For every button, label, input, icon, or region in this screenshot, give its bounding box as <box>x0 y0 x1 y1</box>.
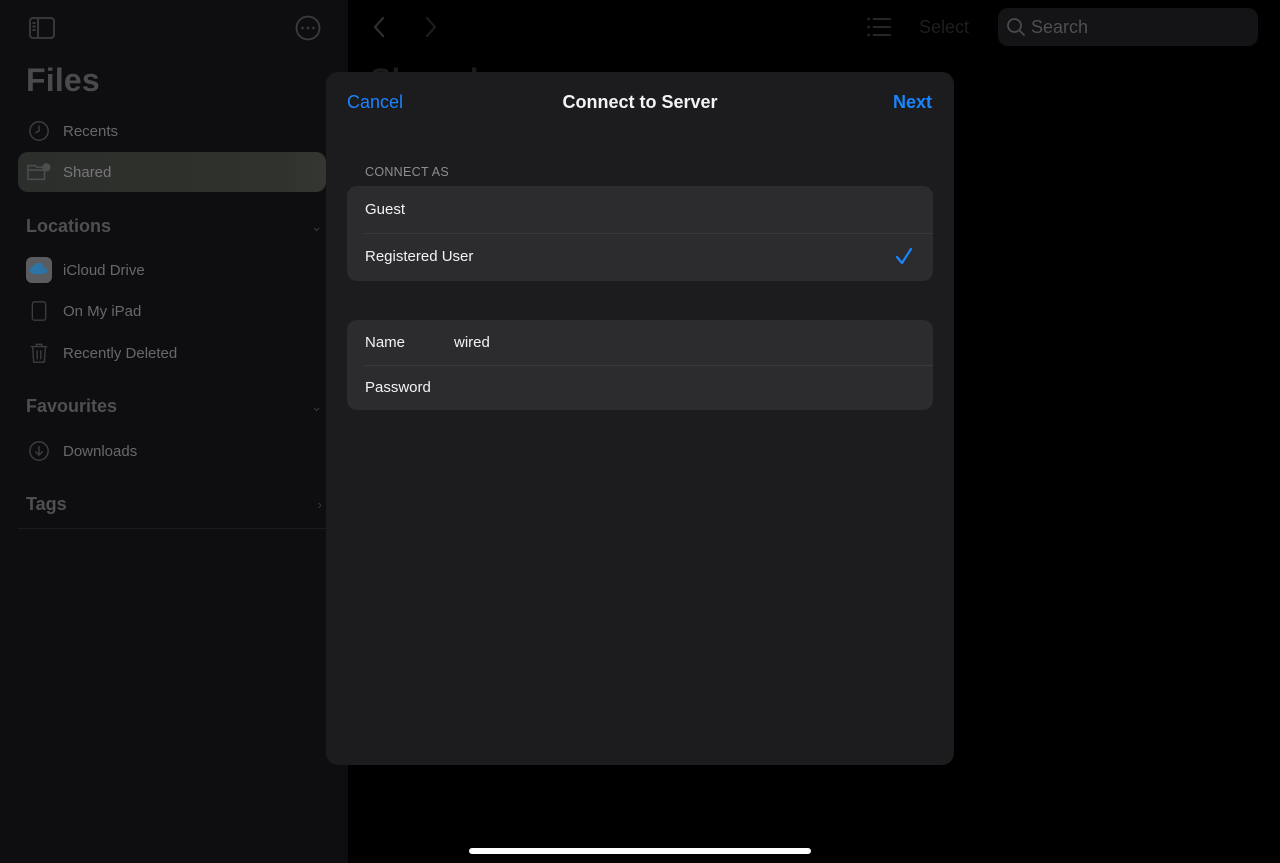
sidebar-item-icloud-drive[interactable]: iCloud Drive <box>18 250 326 290</box>
name-label: Name <box>365 334 406 351</box>
shared-folder-icon <box>26 159 52 185</box>
sidebar-item-recents[interactable]: Recents <box>18 111 326 151</box>
more-options-icon[interactable] <box>294 14 322 42</box>
chevron-down-icon[interactable]: ⌄ <box>311 219 322 235</box>
option-guest[interactable]: Guest <box>347 186 933 233</box>
home-indicator[interactable] <box>469 848 811 854</box>
trash-icon <box>26 340 52 366</box>
connect-as-label: CONNECT AS <box>365 165 450 179</box>
search-icon <box>1006 17 1026 37</box>
section-title: Favourites <box>26 396 118 416</box>
chevron-right-icon[interactable]: › <box>318 497 322 512</box>
sidebar-item-label: Downloads <box>63 442 138 460</box>
sidebar-item-on-my-ipad[interactable]: On My iPad <box>18 291 326 331</box>
screen: Files Recents Shared Locations ⌄ iCloud … <box>0 0 1280 863</box>
connect-to-server-dialog: Cancel Connect to Server Next CONNECT AS… <box>326 72 954 765</box>
sidebar-item-label: iCloud Drive <box>63 261 145 279</box>
dialog-header: Cancel Connect to Server Next <box>326 72 954 132</box>
section-header-tags[interactable]: Tags › <box>26 494 326 515</box>
section-title: Locations <box>26 216 112 236</box>
search-input[interactable] <box>1031 16 1231 38</box>
option-registered-user[interactable]: Registered User <box>347 233 933 280</box>
divider <box>18 528 326 529</box>
connect-as-options: Guest Registered User <box>347 186 933 281</box>
password-row: Password <box>347 365 933 410</box>
forward-chevron-icon[interactable] <box>416 13 444 41</box>
section-header-locations[interactable]: Locations ⌄ <box>26 216 326 237</box>
ipad-icon <box>26 298 52 324</box>
password-field[interactable] <box>454 365 933 410</box>
sidebar: Files Recents Shared Locations ⌄ iCloud … <box>0 0 348 863</box>
sidebar-title: Files <box>26 62 100 98</box>
sidebar-item-label: Shared <box>63 163 112 181</box>
password-label: Password <box>365 379 431 396</box>
download-icon <box>26 438 52 464</box>
section-title: Tags <box>26 494 67 514</box>
icloud-icon <box>26 257 52 283</box>
sidebar-toggle-icon[interactable] <box>28 14 56 42</box>
credentials-form: Name Password <box>347 320 933 410</box>
option-label: Guest <box>365 201 406 218</box>
clock-icon <box>26 118 52 144</box>
option-label: Registered User <box>365 248 474 265</box>
sidebar-item-shared[interactable]: Shared <box>18 152 326 192</box>
sidebar-item-label: On My iPad <box>63 302 142 320</box>
chevron-down-icon[interactable]: ⌄ <box>311 399 322 415</box>
sidebar-item-label: Recents <box>63 122 119 140</box>
dialog-title: Connect to Server <box>562 92 718 112</box>
name-row: Name <box>347 320 933 365</box>
select-button[interactable]: Select <box>919 17 969 38</box>
checkmark-icon <box>895 246 913 266</box>
search-bar[interactable] <box>998 8 1258 46</box>
sidebar-item-label: Recently Deleted <box>63 344 178 362</box>
next-button[interactable]: Next <box>893 92 932 113</box>
sidebar-item-recently-deleted[interactable]: Recently Deleted <box>18 333 326 373</box>
section-header-favourites[interactable]: Favourites ⌄ <box>26 396 326 417</box>
name-field[interactable] <box>454 320 933 365</box>
back-chevron-icon[interactable] <box>366 13 394 41</box>
list-view-icon[interactable] <box>866 16 892 38</box>
sidebar-item-downloads[interactable]: Downloads <box>18 431 326 471</box>
